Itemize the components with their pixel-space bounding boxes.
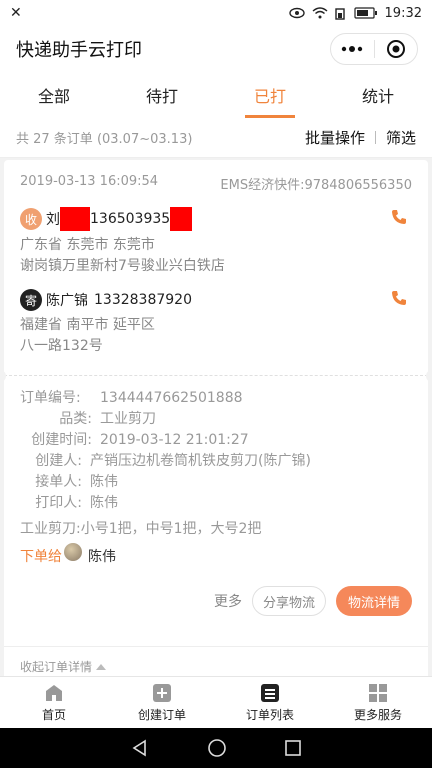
sender-phone: 13328387920	[94, 292, 192, 308]
tab-pending[interactable]: 待打	[108, 72, 216, 118]
sender-addr-line1: 福建省 南平市 延平区	[20, 317, 155, 333]
eye-icon	[288, 7, 305, 19]
creator-value: 产销压边机卷筒机铁皮剪刀(陈广锦)	[90, 453, 311, 469]
back-icon[interactable]	[131, 739, 149, 757]
order-time: 2019-03-13 16:09:54	[20, 174, 159, 189]
title-bar: 快递助手云打印	[0, 26, 432, 72]
bottom-nav: 首页 创建订单 订单列表 更多服务	[0, 676, 432, 728]
sender-addr-line2: 八一路132号	[20, 338, 103, 354]
more-menu-button[interactable]	[331, 34, 374, 64]
grid-icon	[369, 683, 387, 702]
wifi-icon	[312, 7, 328, 19]
order-note: 工业剪刀:小号1把，中号1把，大号2把	[20, 521, 262, 537]
recents-icon[interactable]	[285, 740, 301, 756]
more-button[interactable]: 更多	[214, 591, 242, 611]
collapse-label: 收起订单详情	[20, 660, 93, 674]
category-label: 品类:	[59, 411, 92, 427]
target-icon	[386, 40, 405, 58]
creator-label: 创建人:	[35, 453, 82, 469]
card-actions: 更多 分享物流 物流详情	[4, 586, 428, 616]
order-count: 共 27 条订单 (03.07~03.13)	[16, 132, 193, 147]
printer-label: 打印人:	[35, 495, 82, 511]
redaction-block	[170, 207, 193, 231]
clock: 19:32	[384, 5, 422, 21]
receiver-value: 陈伟	[90, 474, 118, 490]
created-value: 2019-03-12 21:01:27	[100, 432, 249, 448]
receiver-addr-line2: 谢岗镇万里新村7号骏业兴白铁店	[20, 258, 225, 274]
caret-up-icon	[96, 663, 107, 670]
order-card: 2019-03-13 16:09:54 EMS经济快件:978480655635…	[0, 160, 432, 686]
phone-icon[interactable]	[390, 208, 408, 230]
order-tabs: 全部 待打 已打 统计	[0, 72, 432, 118]
receiver-phone: 136503935	[90, 211, 171, 227]
filter-button[interactable]: 筛选	[386, 127, 416, 148]
receiver-label: 接单人:	[35, 474, 82, 490]
nav-more-services[interactable]: 更多服务	[324, 677, 432, 728]
share-logistics-button[interactable]: 分享物流	[251, 586, 326, 616]
receiver-address: 广东省 东莞市 东莞市 谢岗镇万里新村7号骏业兴白铁店	[4, 235, 428, 277]
divider	[0, 370, 432, 382]
nav-order-list[interactable]: 订单列表	[216, 677, 324, 728]
redaction-block	[60, 207, 90, 231]
receiver-row: 收 刘 136503935	[4, 207, 428, 231]
receiver-name: 刘	[46, 212, 60, 228]
close-app-button[interactable]	[375, 34, 418, 64]
order-list-icon	[261, 683, 279, 702]
system-nav-bar	[0, 728, 432, 768]
assign-label: 下单给	[20, 549, 62, 565]
order-details: 订单编号: 1344447662501888 品类: 工业剪刀 创建时间: 2019-…	[4, 376, 428, 514]
tab-all[interactable]: 全部	[0, 72, 108, 118]
logistics-detail-button[interactable]: 物流详情	[335, 586, 412, 616]
nav-home[interactable]: 首页	[0, 677, 108, 728]
created-label: 创建时间:	[31, 432, 92, 448]
miniprogram-capsule	[330, 33, 418, 65]
receiver-addr-line1: 广东省 东莞市 东莞市	[20, 237, 155, 253]
battery-icon	[353, 7, 378, 19]
assign-name: 陈伟	[88, 549, 116, 565]
receiver-badge: 收	[20, 208, 42, 230]
home-circle-icon[interactable]	[207, 738, 227, 758]
nav-create-label: 创建订单	[137, 707, 186, 722]
dots-icon	[342, 46, 363, 52]
assign-row: 下单给 陈伟	[4, 543, 428, 566]
nav-orders-label: 订单列表	[245, 707, 294, 722]
sender-name: 陈广锦	[46, 293, 88, 309]
printer-value: 陈伟	[90, 495, 118, 511]
nav-create-order[interactable]: 创建订单	[108, 677, 216, 728]
page-title: 快递助手云打印	[16, 40, 142, 61]
summary-bar: 共 27 条订单 (03.07~03.13) 批量操作 筛选	[0, 118, 432, 158]
tab-stats[interactable]: 统计	[324, 72, 432, 118]
add-order-icon	[153, 683, 171, 702]
order-no: 1344447662501888	[100, 390, 243, 406]
nav-more-label: 更多服务	[353, 707, 402, 722]
avatar	[64, 543, 82, 561]
close-icon[interactable]: ✕	[10, 5, 22, 21]
sender-row: 寄 陈广锦 13328387920	[4, 289, 428, 311]
phone-icon[interactable]	[390, 289, 408, 311]
status-bar: ✕ 19:32	[0, 0, 432, 26]
category-value: 工业剪刀	[100, 411, 156, 427]
tracking-number: EMS经济快件:9784806556350	[220, 178, 412, 193]
nav-home-label: 首页	[41, 707, 66, 722]
tab-printed[interactable]: 已打	[216, 72, 324, 118]
sender-badge: 寄	[20, 289, 42, 311]
sender-address: 福建省 南平市 延平区 八一路132号	[4, 315, 428, 357]
batch-action-button[interactable]: 批量操作	[305, 127, 365, 148]
order-no-label: 订单编号:	[20, 390, 81, 406]
home-icon	[46, 684, 62, 701]
signal-icon	[334, 7, 347, 20]
